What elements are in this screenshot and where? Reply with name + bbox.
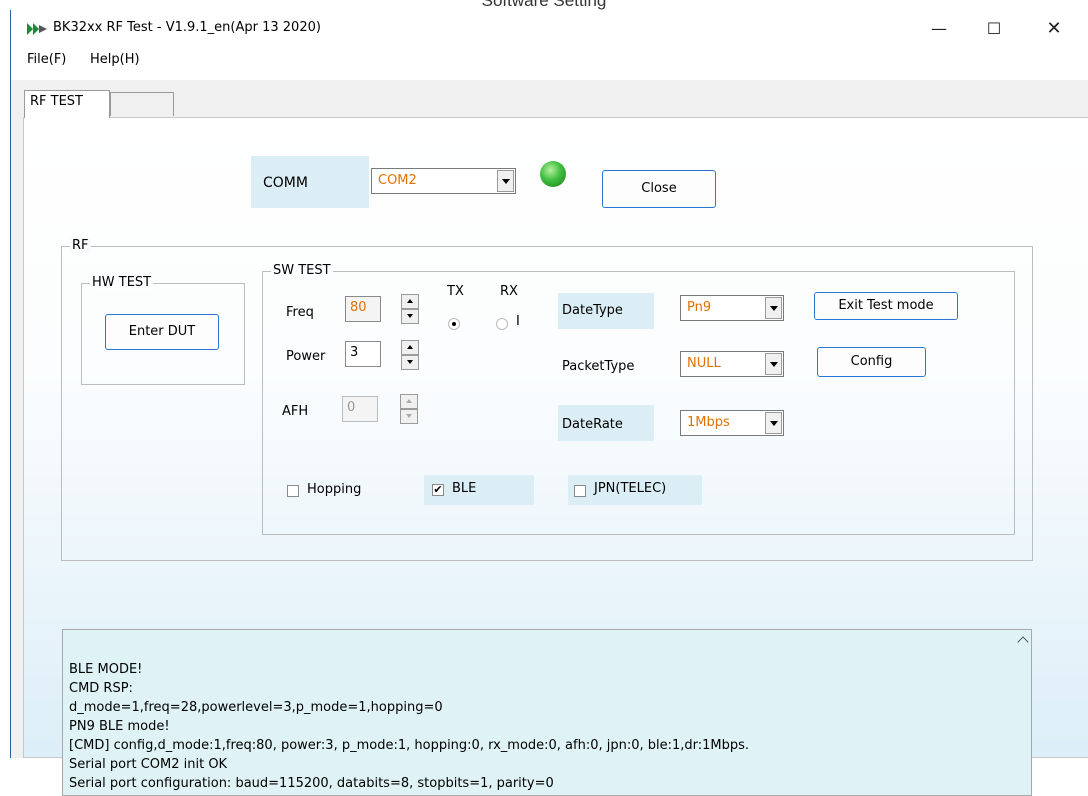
date-type-label: DateType: [562, 303, 623, 318]
page-header-text: Software Setting: [481, 0, 607, 10]
date-rate-select[interactable]: 1Mbps: [680, 410, 784, 436]
chevron-down-icon[interactable]: [765, 353, 782, 375]
log-line: CMD RSP:: [69, 681, 133, 696]
date-type-value: Pn9: [687, 300, 712, 315]
spin-up-icon: [400, 394, 418, 409]
rf-test-panel: COMM COM2 Close RF HW TEST Enter DUT SW …: [23, 117, 1088, 796]
tx-label: TX: [447, 284, 464, 299]
afh-spinner: [400, 394, 418, 424]
hw-test-title: HW TEST: [90, 275, 154, 290]
app-logo-icon: [26, 22, 48, 36]
afh-label: AFH: [282, 404, 309, 419]
hopping-checkbox[interactable]: [287, 485, 299, 497]
menu-bar: File(F) Help(H): [11, 46, 1088, 72]
comm-port-select[interactable]: COM2: [371, 168, 516, 194]
log-lines: BLE MODE! CMD RSP: d_mode=1,freq=28,powe…: [69, 660, 749, 793]
window-title: BK32xx RF Test - V1.9.1_en(Apr 13 2020): [53, 20, 321, 35]
date-rate-value: 1Mbps: [687, 415, 730, 430]
close-window-button[interactable]: ✕: [1031, 14, 1077, 44]
comm-label: COMM: [263, 175, 308, 191]
afh-input: 0: [342, 396, 378, 422]
power-label: Power: [286, 349, 326, 364]
spin-down-icon: [400, 409, 418, 424]
app-window: BK32xx RF Test - V1.9.1_en(Apr 13 2020) …: [10, 10, 1088, 796]
page-header-cut: Software Setting: [0, 0, 1088, 10]
spin-down-icon[interactable]: [401, 355, 419, 370]
tab-rf-test[interactable]: RF TEST: [24, 90, 110, 118]
minimize-button[interactable]: —: [916, 14, 962, 44]
sw-test-title: SW TEST: [271, 263, 333, 278]
connection-status-led-icon: [540, 161, 566, 187]
rx-label: RX: [500, 284, 518, 299]
tab-strip: RF TEST: [24, 90, 1088, 118]
log-line: PN9 BLE mode!: [69, 719, 170, 734]
freq-input[interactable]: 80: [345, 296, 381, 322]
freq-spinner[interactable]: [401, 294, 419, 324]
spin-down-icon[interactable]: [401, 309, 419, 324]
log-scrollbar[interactable]: [1013, 630, 1031, 795]
comm-close-button[interactable]: Close: [602, 170, 716, 208]
packet-type-label: PacketType: [562, 359, 635, 374]
client-area: RF TEST COMM COM2 Close RF HW TEST Enter…: [11, 80, 1088, 796]
chevron-down-icon[interactable]: [765, 412, 782, 434]
log-line: BLE MODE!: [69, 662, 143, 677]
title-bar: BK32xx RF Test - V1.9.1_en(Apr 13 2020) …: [11, 10, 1088, 46]
freq-label: Freq: [286, 305, 314, 320]
tx-radio[interactable]: [448, 318, 460, 330]
ble-checkbox[interactable]: ✔: [432, 484, 444, 496]
packet-type-value: NULL: [687, 356, 721, 371]
power-input[interactable]: 3: [345, 341, 381, 367]
rf-group-title: RF: [70, 238, 91, 253]
exit-test-mode-button[interactable]: Exit Test mode: [814, 292, 958, 320]
hopping-label: Hopping: [307, 482, 362, 497]
rx-radio[interactable]: [496, 318, 508, 330]
jpn-telec-label: JPN(TELEC): [594, 481, 667, 496]
jpn-telec-checkbox[interactable]: [574, 485, 586, 497]
spin-up-icon[interactable]: [401, 294, 419, 309]
maximize-button[interactable]: ☐: [971, 14, 1017, 44]
log-line: [CMD] config,d_mode:1,freq:80, power:3, …: [69, 738, 750, 753]
date-type-select[interactable]: Pn9: [680, 295, 784, 321]
log-line: d_mode=1,freq=28,powerlevel=3,p_mode=1,h…: [69, 700, 443, 715]
packet-type-select[interactable]: NULL: [680, 351, 784, 377]
comm-port-value: COM2: [378, 173, 417, 188]
rx-radio-label: I: [516, 314, 520, 329]
chevron-down-icon[interactable]: [497, 170, 514, 192]
tab-blank[interactable]: [110, 92, 174, 116]
log-output[interactable]: BLE MODE! CMD RSP: d_mode=1,freq=28,powe…: [62, 629, 1032, 796]
chevron-down-icon[interactable]: [765, 297, 782, 319]
scroll-up-icon[interactable]: [1017, 636, 1029, 648]
power-spinner[interactable]: [401, 340, 419, 370]
ble-label: BLE: [452, 481, 477, 496]
enter-dut-button[interactable]: Enter DUT: [105, 314, 219, 350]
log-line: Serial port configuration: baud=115200, …: [69, 776, 554, 791]
config-button[interactable]: Config: [817, 347, 926, 377]
date-rate-label: DateRate: [562, 417, 623, 432]
spin-up-icon[interactable]: [401, 340, 419, 355]
menu-help[interactable]: Help(H): [90, 52, 140, 67]
menu-file[interactable]: File(F): [27, 52, 66, 67]
